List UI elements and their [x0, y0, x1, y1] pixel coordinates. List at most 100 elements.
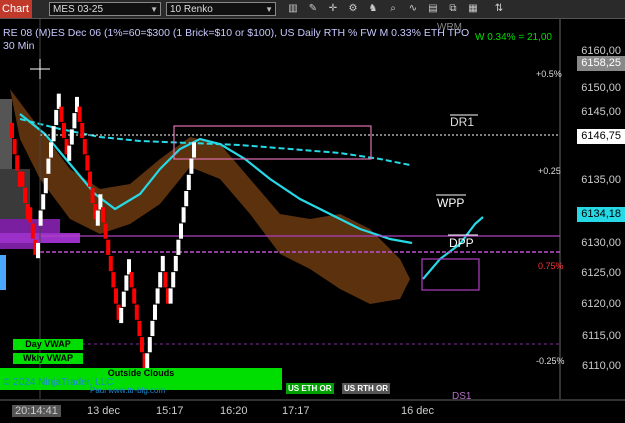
renko-brick-down [108, 255, 113, 272]
outside-clouds-label: Outside Clouds [107, 368, 175, 378]
renko-brick-down [137, 320, 142, 337]
bar-style-icon[interactable]: ▥ [286, 2, 300, 16]
renko-brick-up [145, 353, 150, 369]
weekly-pct-label: W 0.34% = 21,00 [475, 32, 552, 43]
bar-type-selector[interactable]: 10 Renko ▼ [166, 2, 276, 16]
ds1-label: DS1 [452, 391, 472, 402]
renko-brick-down [132, 288, 137, 304]
renko-brick-up [72, 113, 77, 129]
instrument-value: MES 03-25 [53, 4, 104, 15]
renko-brick-down [59, 106, 64, 122]
current-time-label: 20:14:41 [12, 405, 61, 417]
chart-title-line2: 30 Min [3, 40, 35, 52]
search-icon[interactable]: ⌕ [386, 2, 400, 16]
renko-brick-up [147, 337, 152, 353]
chevron-down-icon: ▼ [265, 5, 273, 14]
template-icon[interactable]: ▤ [426, 2, 440, 16]
overlay-icon[interactable]: ⧉ [446, 2, 460, 16]
chart-title: RE 08 (M)ES Dec 06 (1%=60=$300 (1 Brick=… [3, 27, 470, 39]
renko-brick-down [111, 272, 116, 288]
renko-brick-down [23, 187, 27, 203]
price-tag-last: 6146,75 [577, 129, 625, 144]
renko-brick-up [179, 223, 183, 239]
renko-brick-down [129, 272, 134, 288]
indicator-icon[interactable]: ∿ [406, 2, 420, 16]
draw-tool-icon[interactable]: ✎ [306, 2, 320, 16]
renko-brick-down [28, 207, 33, 223]
watermark-text: Paul www.ttr-blg.com [90, 386, 166, 395]
renko-brick-down [114, 288, 118, 304]
wpp-label: WPP [437, 196, 465, 210]
time-axis-label: 16:20 [220, 405, 248, 417]
renko-brick-up [95, 210, 100, 226]
strategy-icon[interactable]: ♞ [366, 2, 380, 16]
renko-brick-down [77, 106, 82, 122]
pct-label-plus05: +0.5% [536, 69, 562, 79]
renko-brick-up [189, 158, 194, 174]
pct-label-plus025: +0.25 [538, 166, 561, 176]
renko-brick-down [85, 155, 90, 171]
renko-brick-down [106, 239, 111, 255]
pct-label-minus075: 0.75% [538, 261, 564, 271]
price-tag-top: 6158,25 [577, 56, 625, 71]
cloud-band [10, 89, 410, 304]
renko-brick-up [67, 145, 72, 161]
renko-brick-up [168, 288, 173, 304]
renko-brick-up [181, 207, 186, 223]
renko-brick-down [10, 122, 14, 139]
properties-icon[interactable]: ⚙ [346, 2, 360, 16]
renko-brick-up [41, 194, 46, 210]
chart-panel[interactable]: RE 08 (M)ES Dec 06 (1%=60=$300 (1 Brick=… [0, 19, 625, 423]
price-label: 6115,00 [582, 330, 621, 342]
time-axis-label: 17:17 [282, 405, 310, 417]
renko-brick-up [158, 272, 163, 288]
renko-brick-up [121, 291, 126, 307]
renko-brick-up [36, 242, 40, 259]
renko-brick-down [90, 187, 95, 203]
us-rth-or-badge[interactable]: US RTH OR [342, 383, 390, 394]
renko-brick-down [140, 337, 144, 353]
renko-brick-down [30, 223, 35, 239]
instrument-selector[interactable]: MES 03-25 ▼ [49, 2, 161, 16]
purple-zone-box [421, 258, 480, 291]
alert-icon[interactable]: ▦ [466, 2, 480, 16]
time-axis-label: 16 dec [401, 405, 435, 417]
wkly-vwap-button[interactable]: Wkly VWAP [13, 353, 83, 364]
price-label: 6130,00 [581, 237, 621, 249]
time-axis-label: 13 dec [87, 405, 121, 417]
renko-brick-up [119, 307, 124, 324]
bar-type-value: 10 Renko [170, 4, 213, 15]
renko-brick-down [134, 304, 139, 320]
toolbar: Chart MES 03-25 ▼ 10 Renko ▼ ▥ ✎ ✛ ⚙ ♞ ⌕… [0, 0, 625, 19]
renko-brick-up [184, 191, 189, 207]
renko-brick-up [56, 93, 61, 109]
renko-brick-up [155, 288, 160, 304]
renko-brick-down [20, 171, 25, 187]
time-axis-label: 15:17 [156, 405, 184, 417]
renko-brick-up [51, 126, 56, 142]
wrm-label: WRM [437, 22, 462, 33]
chevron-down-icon: ▼ [150, 5, 158, 14]
renko-brick-up [173, 255, 178, 272]
renko-brick-down [62, 122, 66, 139]
price-label: 6145,00 [581, 106, 621, 118]
renko-brick-up [186, 174, 191, 191]
order-icon[interactable]: ⇅ [492, 2, 506, 16]
chart-tab[interactable]: Chart [0, 0, 32, 18]
price-label: 6110,00 [582, 360, 621, 372]
renko-brick-up [171, 272, 176, 288]
day-vwap-button[interactable]: Day VWAP [13, 339, 83, 350]
dpp-label: DPP [449, 236, 474, 250]
price-label: 6135,00 [581, 174, 621, 186]
renko-brick-up [160, 255, 165, 272]
price-label: 6150,00 [581, 82, 621, 94]
crosshair-icon[interactable]: ✛ [326, 2, 340, 16]
price-label: 6120,00 [581, 298, 621, 310]
renko-brick-up [38, 210, 43, 226]
renko-brick-down [15, 155, 20, 171]
renko-brick-up [176, 239, 181, 255]
renko-brick-down [12, 139, 17, 155]
chart-canvas[interactable] [0, 19, 625, 423]
us-eth-or-badge[interactable]: US ETH OR [286, 383, 334, 394]
price-tag-cyan: 6134,18 [577, 207, 625, 222]
